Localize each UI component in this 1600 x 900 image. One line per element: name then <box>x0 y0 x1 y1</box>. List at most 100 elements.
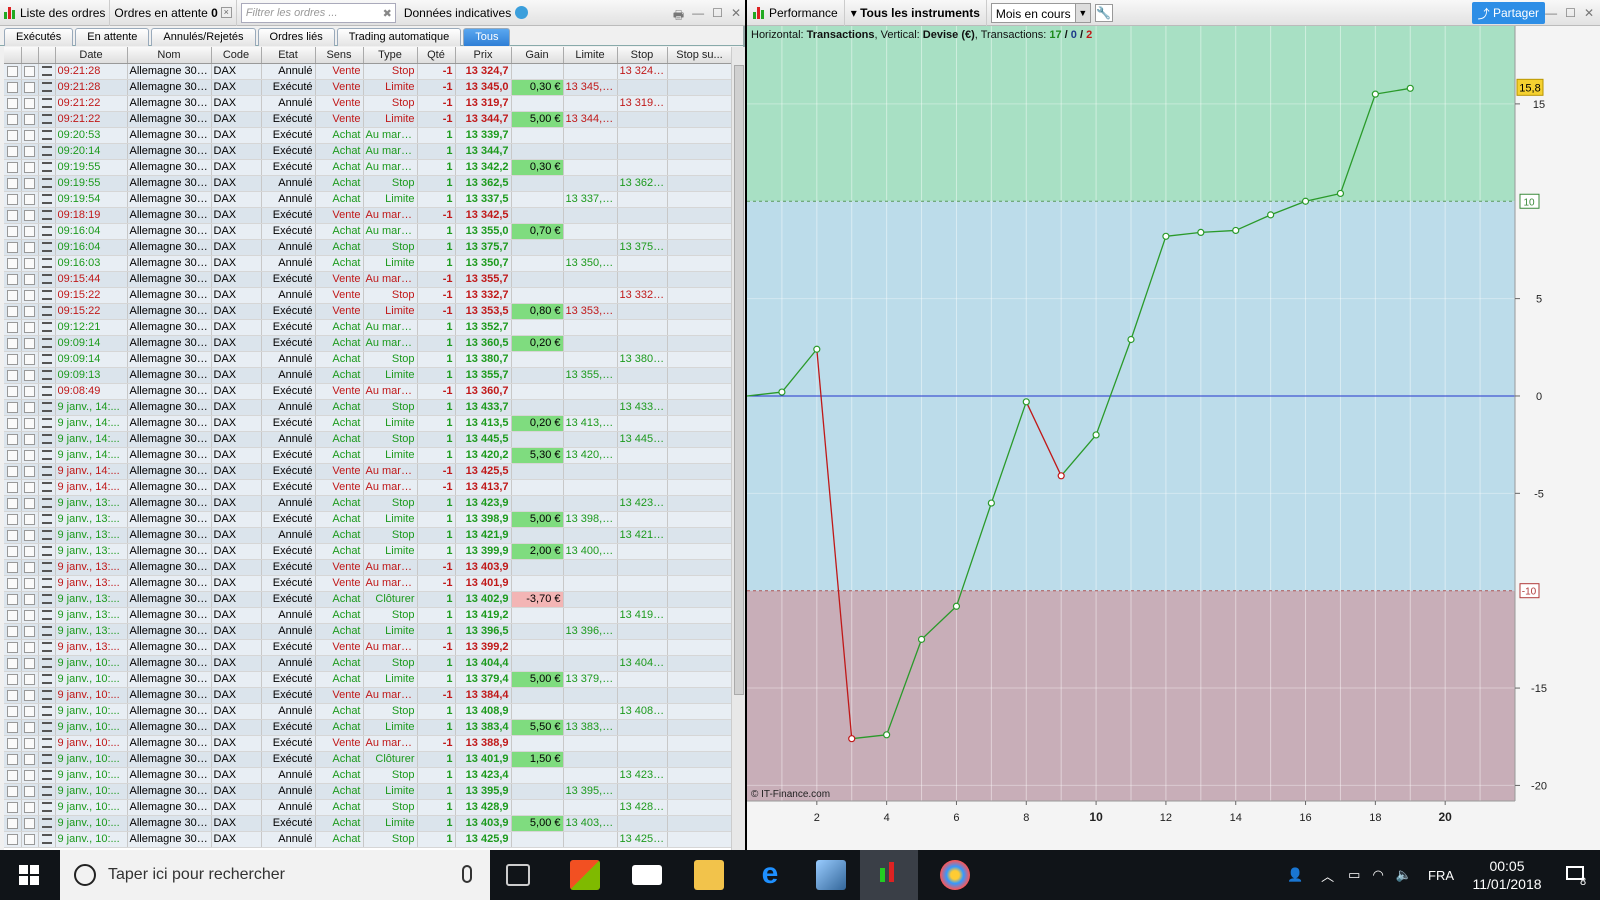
column-header[interactable]: Limite <box>563 47 618 64</box>
table-row[interactable]: 9 janv., 10:... Allemagne 30 a... DAX Annul… <box>4 703 731 720</box>
table-row[interactable]: 9 janv., 13:... Allemagne 30 a... DAX Exécu… <box>4 543 731 560</box>
column-header[interactable]: Etat <box>261 47 316 64</box>
column-header[interactable]: Qté <box>417 47 456 64</box>
edit-order-icon[interactable] <box>24 305 35 317</box>
edit-order-icon[interactable] <box>24 273 35 285</box>
details-icon[interactable] <box>41 498 52 509</box>
edit-order-icon[interactable] <box>24 625 35 637</box>
edit-order-icon[interactable] <box>24 577 35 589</box>
pending-orders[interactable]: Ordres en attente 0 × <box>110 0 237 26</box>
details-icon[interactable] <box>41 386 52 397</box>
table-row[interactable]: 9 janv., 10:... Allemagne 30 a... DAX Exécu… <box>4 751 731 768</box>
details-icon[interactable] <box>41 546 52 557</box>
table-row[interactable]: 09:19:55 Allemagne 30 a... DAX Exécuté Achat… <box>4 159 731 176</box>
edit-order-icon[interactable] <box>24 801 35 813</box>
table-row[interactable]: 09:09:14 Allemagne 30 a... DAX Annulé Achat S… <box>4 351 731 368</box>
table-row[interactable]: 09:09:13 Allemagne 30 a... DAX Annulé Achat L… <box>4 367 731 384</box>
close-order-icon[interactable] <box>6 145 18 157</box>
details-icon[interactable] <box>41 434 52 445</box>
edit-order-icon[interactable] <box>24 721 35 733</box>
tab-3[interactable]: Ordres liés <box>257 28 335 46</box>
table-row[interactable]: 9 janv., 13:... Allemagne 30 a... DAX Annul… <box>4 495 731 512</box>
table-row[interactable]: 9 janv., 13:... Allemagne 30 a... DAX Exécu… <box>4 591 731 608</box>
table-row[interactable]: 9 janv., 13:... Allemagne 30 a... DAX Annul… <box>4 607 731 624</box>
edit-order-icon[interactable] <box>24 401 35 413</box>
close-order-icon[interactable] <box>6 753 18 765</box>
info-icon[interactable] <box>515 6 529 19</box>
column-header[interactable]: Code <box>211 47 262 64</box>
close-order-icon[interactable] <box>6 449 18 461</box>
table-row[interactable]: 09:20:14 Allemagne 30 a... DAX Exécuté Achat… <box>4 143 731 160</box>
edit-order-icon[interactable] <box>24 81 35 93</box>
details-icon[interactable] <box>41 802 52 813</box>
table-row[interactable]: 9 janv., 14:... Allemagne 30 a... DAX Annul… <box>4 399 731 416</box>
edit-order-icon[interactable] <box>24 369 35 381</box>
details-icon[interactable] <box>41 626 52 637</box>
edit-order-icon[interactable] <box>24 209 35 221</box>
details-icon[interactable] <box>41 674 52 685</box>
close-order-icon[interactable] <box>6 305 18 317</box>
close-order-icon[interactable] <box>6 657 18 669</box>
chevron-up-icon[interactable]: ︿ <box>1321 866 1334 885</box>
close-order-icon[interactable] <box>6 113 18 125</box>
close-order-icon[interactable] <box>6 801 18 813</box>
people-icon[interactable]: 👤 <box>1287 867 1303 883</box>
share-button[interactable]: ⤴ Partager <box>1471 2 1545 24</box>
edit-order-icon[interactable] <box>24 353 35 365</box>
details-icon[interactable] <box>41 242 52 253</box>
paint-icon[interactable] <box>940 860 970 890</box>
details-icon[interactable] <box>41 274 52 285</box>
close-order-icon[interactable] <box>6 193 18 205</box>
details-icon[interactable] <box>41 146 52 157</box>
details-icon[interactable] <box>41 834 52 845</box>
print-icon[interactable]: 🖶 <box>673 6 684 27</box>
header-icon-col[interactable] <box>21 47 39 64</box>
clock[interactable]: 00:05 11/01/2018 <box>1462 857 1552 893</box>
table-row[interactable]: 09:16:04 Allemagne 30 a... DAX Exécuté Achat… <box>4 223 731 240</box>
column-header[interactable]: Type <box>363 47 418 64</box>
close-order-icon[interactable] <box>6 81 18 93</box>
table-row[interactable]: 09:21:28 Allemagne 30 a... DAX Annulé Vente S… <box>4 63 731 80</box>
table-row[interactable]: 9 janv., 10:... Allemagne 30 a... DAX Exécu… <box>4 735 731 752</box>
tab-4[interactable]: Trading automatique <box>336 28 462 46</box>
close-order-icon[interactable] <box>6 129 18 141</box>
close-order-icon[interactable] <box>6 529 18 541</box>
column-header[interactable]: Gain <box>511 47 564 64</box>
close-order-icon[interactable] <box>6 385 18 397</box>
column-header[interactable]: Stop <box>617 47 668 64</box>
details-icon[interactable] <box>41 82 52 93</box>
details-icon[interactable] <box>41 162 52 173</box>
edit-order-icon[interactable] <box>24 385 35 397</box>
close-order-icon[interactable] <box>6 161 18 173</box>
close-order-icon[interactable] <box>6 545 18 557</box>
table-row[interactable]: 09:19:54 Allemagne 30 a... DAX Annulé Achat L… <box>4 191 731 208</box>
edit-order-icon[interactable] <box>24 193 35 205</box>
edit-order-icon[interactable] <box>24 817 35 829</box>
edit-order-icon[interactable] <box>24 689 35 701</box>
table-row[interactable]: 9 janv., 13:... Allemagne 30 a... DAX Exécu… <box>4 639 731 656</box>
header-icon-col[interactable] <box>4 47 22 64</box>
details-icon[interactable] <box>41 290 52 301</box>
details-icon[interactable] <box>41 370 52 381</box>
details-icon[interactable] <box>41 130 52 141</box>
details-icon[interactable] <box>41 658 52 669</box>
edit-order-icon[interactable] <box>24 673 35 685</box>
edit-order-icon[interactable] <box>24 481 35 493</box>
store-icon[interactable] <box>570 860 600 890</box>
edit-order-icon[interactable] <box>24 545 35 557</box>
table-row[interactable]: 9 janv., 14:... Allemagne 30 a... DAX Annul… <box>4 431 731 448</box>
table-row[interactable]: 09:08:49 Allemagne 30 a... DAX Exécuté Vente… <box>4 383 731 400</box>
indicative-data[interactable]: Données indicatives <box>400 0 532 26</box>
details-icon[interactable] <box>41 98 52 109</box>
edit-order-icon[interactable] <box>24 113 35 125</box>
table-row[interactable]: 09:16:03 Allemagne 30 a... DAX Annulé Achat L… <box>4 255 731 272</box>
close-order-icon[interactable] <box>6 481 18 493</box>
details-icon[interactable] <box>41 210 52 221</box>
table-row[interactable]: 09:15:22 Allemagne 30 a... DAX Annulé Vente S… <box>4 287 731 304</box>
filter-input[interactable]: Filtrer les ordres ... ✖ <box>240 2 396 23</box>
edit-order-icon[interactable] <box>24 161 35 173</box>
chevron-down-icon[interactable]: ▼ <box>1074 3 1090 22</box>
edit-order-icon[interactable] <box>24 449 35 461</box>
close-order-icon[interactable] <box>6 833 18 845</box>
instruments-dropdown[interactable]: ▾ Tous les instruments <box>845 0 987 26</box>
